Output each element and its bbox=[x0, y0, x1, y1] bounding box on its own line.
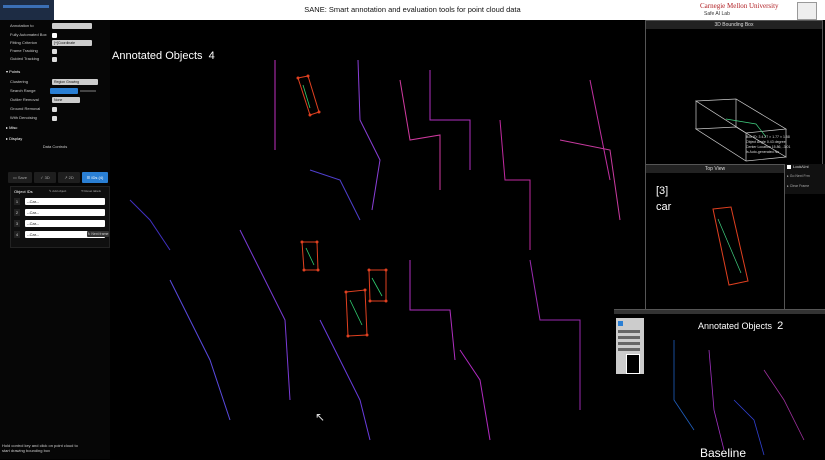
top-view-controls: Lock/Unl ▸ Go Next Frm ▸ Clear Frame bbox=[785, 164, 825, 194]
annotated-objects-label: Annotated Objects 4 bbox=[112, 50, 215, 62]
denoising-label: With Denoising bbox=[10, 115, 37, 120]
point-cloud-canvas[interactable]: Annotated Objects 4 ↖ bbox=[110, 20, 645, 459]
lab-name: Safe AI Lab bbox=[704, 11, 730, 17]
frame-tracking-label: Frame Tracking bbox=[10, 48, 38, 53]
object-row: 2 --Car-- bbox=[14, 209, 106, 217]
search-range-slider[interactable] bbox=[50, 88, 78, 94]
object-id: 2 bbox=[14, 209, 20, 216]
tab-ids[interactable]: ☰ IDs (4) bbox=[82, 172, 108, 183]
ground-removal-label: Ground Removal bbox=[10, 106, 41, 111]
tab-save[interactable]: ▭ Save bbox=[8, 172, 32, 183]
outlier-select[interactable]: None bbox=[52, 97, 80, 103]
object-class-select[interactable]: --Car-- bbox=[25, 198, 105, 205]
baseline-name: Baseline bbox=[700, 446, 747, 460]
add-object-button[interactable]: ✎ Add object bbox=[49, 189, 66, 193]
top-view-title: Top View bbox=[646, 165, 784, 173]
tab-3d[interactable]: ✓ 3D bbox=[34, 172, 56, 183]
university-name: Carnegie Mellon University bbox=[700, 2, 779, 10]
baseline-view[interactable]: Annotated Objects 2 Baseline bbox=[614, 309, 825, 460]
points-section[interactable]: ▾ Points bbox=[6, 68, 20, 76]
guided-tracking-label: Guided Tracking bbox=[10, 56, 40, 61]
top-view-render bbox=[712, 206, 749, 286]
denoising-checkbox[interactable] bbox=[52, 116, 57, 121]
lock-checkbox[interactable] bbox=[787, 165, 791, 169]
reset-labels-button[interactable]: ⟲ Reset labels bbox=[81, 189, 101, 193]
object-id: 1 bbox=[14, 198, 20, 205]
search-range-label: Search Range bbox=[10, 88, 36, 93]
bounding-box-3d-view[interactable]: 3D Bounding Box Box ID: 3 4.27 × 1.77 × … bbox=[645, 20, 823, 166]
clustering-select[interactable]: Region Growing bbox=[52, 79, 98, 85]
control-panel: Annotation to Fully Automated Box Fittin… bbox=[0, 20, 110, 459]
data-controls-title: Data Controls bbox=[42, 144, 68, 149]
bounding-box-3d-title: 3D Bounding Box bbox=[646, 21, 822, 29]
object-ids-box: Object IDs ✎ Add object ⟲ Reset labels 1… bbox=[10, 186, 110, 248]
misc-section[interactable]: ▸ Misc bbox=[6, 124, 17, 132]
point-cloud-render bbox=[129, 59, 621, 441]
lock-label: Lock/Unl bbox=[793, 164, 809, 169]
object-row: 1 --Car-- bbox=[14, 198, 106, 206]
fully-auto-checkbox[interactable] bbox=[52, 33, 57, 38]
next-frame-button[interactable]: ↻ Next frame bbox=[87, 231, 109, 237]
object-ids-label: Object IDs bbox=[14, 189, 33, 194]
clear-frame-button[interactable]: ▸ Clear Frame bbox=[787, 184, 809, 188]
annotation-label: Annotation to bbox=[10, 23, 34, 28]
fitting-select[interactable]: [+]Coordinate bbox=[52, 40, 92, 46]
object-id: 4 bbox=[14, 231, 20, 238]
app-header: SANE: Smart annotation and evaluation to… bbox=[0, 0, 825, 20]
display-section[interactable]: ▸ Display bbox=[6, 135, 22, 143]
go-next-frame-button[interactable]: ▸ Go Next Frm bbox=[787, 174, 810, 178]
university-seal bbox=[797, 2, 817, 20]
tab-2d[interactable]: ↗ 2D bbox=[58, 172, 80, 183]
search-range-track bbox=[80, 90, 96, 92]
frame-tracking-checkbox[interactable] bbox=[52, 49, 57, 54]
fully-auto-label: Fully Automated Box bbox=[10, 32, 47, 37]
drawing-hint: Hold control key and click on point clou… bbox=[2, 443, 78, 453]
annotation-select[interactable] bbox=[52, 23, 92, 29]
top-view[interactable]: Top View [3] car bbox=[645, 164, 785, 310]
mouse-cursor-icon: ↖ bbox=[315, 410, 326, 424]
outlier-label: Outlier Removal bbox=[10, 97, 39, 102]
object-row: 3 --Car-- bbox=[14, 220, 106, 228]
baseline-render bbox=[673, 340, 805, 456]
object-class-select[interactable]: --Car-- bbox=[25, 220, 105, 227]
baseline-annotated-label: Annotated Objects 2 bbox=[698, 320, 784, 332]
fitting-label: Fitting Criterion bbox=[10, 40, 38, 45]
clustering-label: Clustering bbox=[10, 79, 29, 84]
box-info-table: Box ID: 3 4.27 × 1.77 × 1.58 Object Angl… bbox=[746, 135, 820, 155]
box-info-row: Is Auto-generated No bbox=[746, 150, 780, 154]
ground-removal-checkbox[interactable] bbox=[52, 107, 57, 112]
guided-tracking-checkbox[interactable] bbox=[52, 57, 57, 62]
object-class-select[interactable]: --Car-- bbox=[25, 209, 105, 216]
object-id: 3 bbox=[14, 220, 20, 227]
